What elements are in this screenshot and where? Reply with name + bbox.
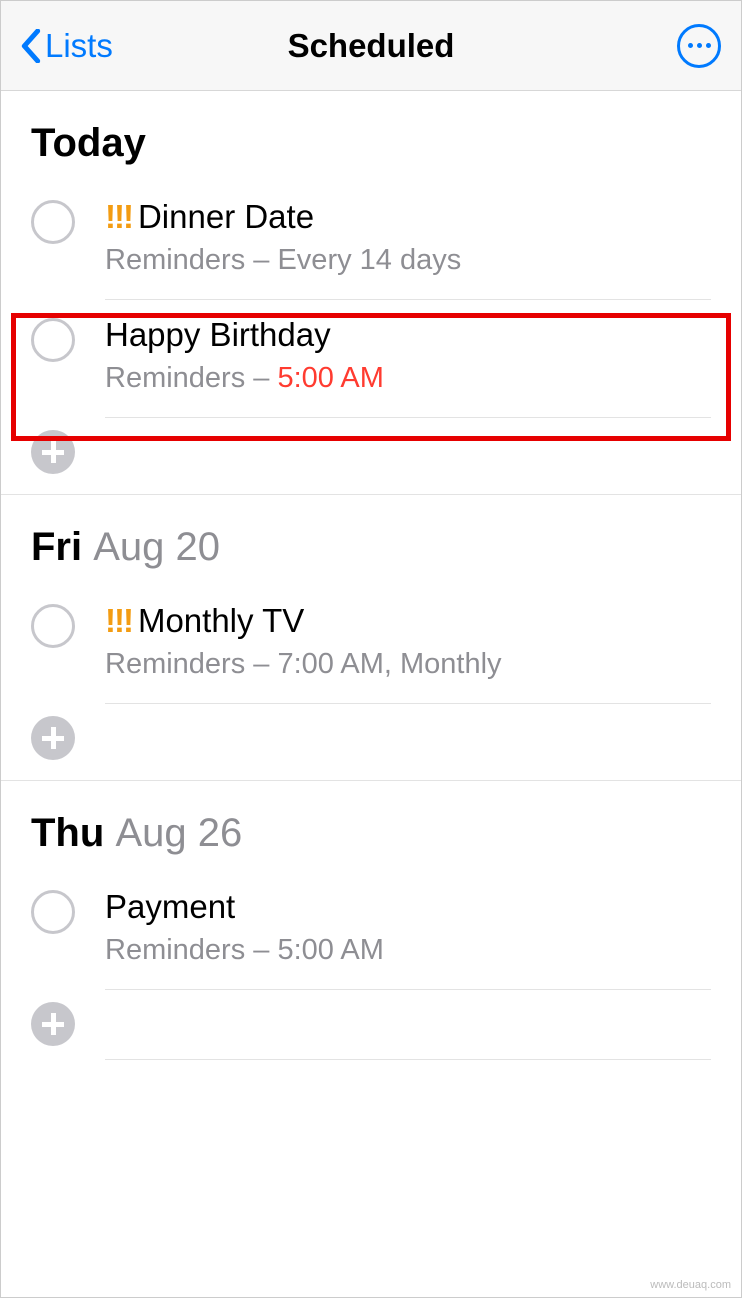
complete-toggle[interactable]	[31, 890, 75, 934]
reminder-title: !!! Monthly TV	[105, 602, 711, 640]
priority-indicator: !!!	[105, 602, 132, 640]
plus-icon	[31, 430, 75, 474]
add-reminder-button[interactable]	[1, 990, 741, 1080]
complete-toggle[interactable]	[31, 200, 75, 244]
plus-icon	[31, 716, 75, 760]
priority-indicator: !!!	[105, 198, 132, 236]
complete-toggle[interactable]	[31, 318, 75, 362]
more-button[interactable]	[677, 24, 721, 68]
section-date: Aug 20	[93, 525, 220, 569]
reminders-content: Today !!! Dinner Date Reminders – Every …	[1, 91, 741, 1080]
section-header: Fri Aug 20	[1, 495, 741, 586]
back-label: Lists	[45, 27, 113, 65]
section-today: Today !!! Dinner Date Reminders – Every …	[1, 91, 741, 495]
section-header: Thu Aug 26	[1, 781, 741, 872]
reminder-item[interactable]: Happy Birthday Reminders – 5:00 AM	[1, 300, 741, 418]
complete-toggle[interactable]	[31, 604, 75, 648]
section-date: Aug 26	[115, 811, 242, 855]
reminder-subtitle: Reminders – 5:00 AM	[105, 362, 711, 395]
reminder-subtitle: Reminders – Every 14 days	[105, 244, 711, 277]
navigation-bar: Lists Scheduled	[1, 1, 741, 91]
section-weekday: Thu	[31, 811, 104, 855]
reminder-item[interactable]: Payment Reminders – 5:00 AM	[1, 872, 741, 990]
section-weekday: Today	[31, 121, 146, 165]
section-header: Today	[1, 91, 741, 182]
reminder-item[interactable]: !!! Dinner Date Reminders – Every 14 day…	[1, 182, 741, 300]
watermark: www.deuaq.com	[650, 1279, 731, 1291]
add-reminder-button[interactable]	[1, 704, 741, 780]
reminder-subtitle: Reminders – 5:00 AM	[105, 934, 711, 967]
reminder-item[interactable]: !!! Monthly TV Reminders – 7:00 AM, Mont…	[1, 586, 741, 704]
plus-icon	[31, 1002, 75, 1046]
back-button[interactable]: Lists	[21, 27, 113, 65]
section-weekday: Fri	[31, 525, 82, 569]
add-reminder-button[interactable]	[1, 418, 741, 494]
section-fri-aug-20: Fri Aug 20 !!! Monthly TV Reminders – 7:…	[1, 495, 741, 781]
page-title: Scheduled	[288, 27, 455, 65]
section-thu-aug-26: Thu Aug 26 Payment Reminders – 5:00 AM	[1, 781, 741, 1080]
chevron-left-icon	[21, 29, 41, 63]
ellipsis-icon	[688, 43, 693, 48]
reminder-subtitle: Reminders – 7:00 AM, Monthly	[105, 648, 711, 681]
reminder-title: !!! Dinner Date	[105, 198, 711, 236]
reminder-title: Payment	[105, 888, 711, 926]
reminder-title: Happy Birthday	[105, 316, 711, 354]
